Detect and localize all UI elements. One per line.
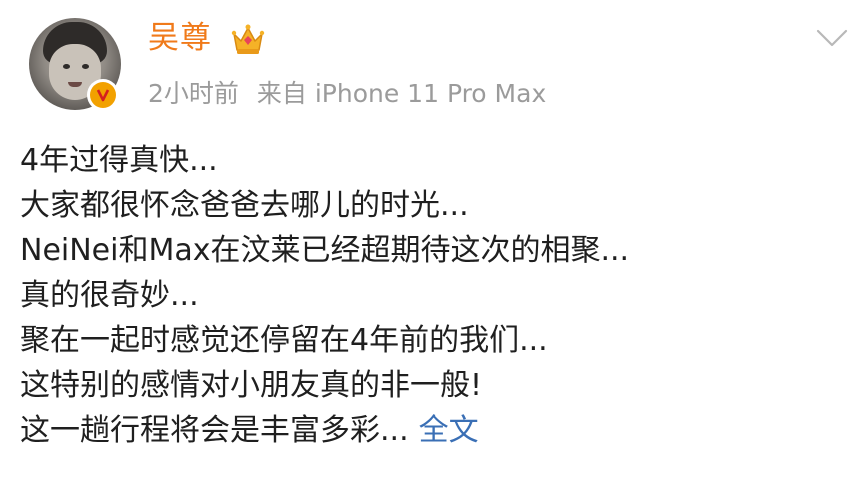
verified-badge-icon <box>87 79 119 111</box>
post-meta: 2小时前 来自 iPhone 11 Pro Max <box>148 74 546 114</box>
post-text-line: 大家都很怀念爸爸去哪儿的时光... <box>20 188 469 223</box>
post-last-line: 这一趟行程将会是丰富多彩... 全文 <box>20 408 840 453</box>
post-text-line: 这一趟行程将会是丰富多彩... <box>20 413 409 448</box>
post-text-line: NeiNei和Max在汶莱已经超期待这次的相聚... <box>20 233 630 268</box>
post-text-line: 4年过得真快... <box>20 143 218 178</box>
author-name[interactable]: 吴尊 <box>148 18 212 58</box>
crown-icon[interactable] <box>229 20 267 58</box>
chevron-down-icon[interactable] <box>814 26 850 50</box>
post-time: 2小时前 <box>148 79 239 108</box>
post-source[interactable]: 来自 iPhone 11 Pro Max <box>257 79 546 108</box>
post-text-line: 聚在一起时感觉还停留在4年前的我们... <box>20 323 548 358</box>
post-text-line: 真的很奇妙... <box>20 278 199 313</box>
post-text-line: 这特别的感情对小朋友真的非一般! <box>20 368 483 403</box>
post-content: 4年过得真快... 大家都很怀念爸爸去哪儿的时光... NeiNei和Max在汶… <box>20 138 840 453</box>
full-text-link[interactable]: 全文 <box>419 413 479 448</box>
